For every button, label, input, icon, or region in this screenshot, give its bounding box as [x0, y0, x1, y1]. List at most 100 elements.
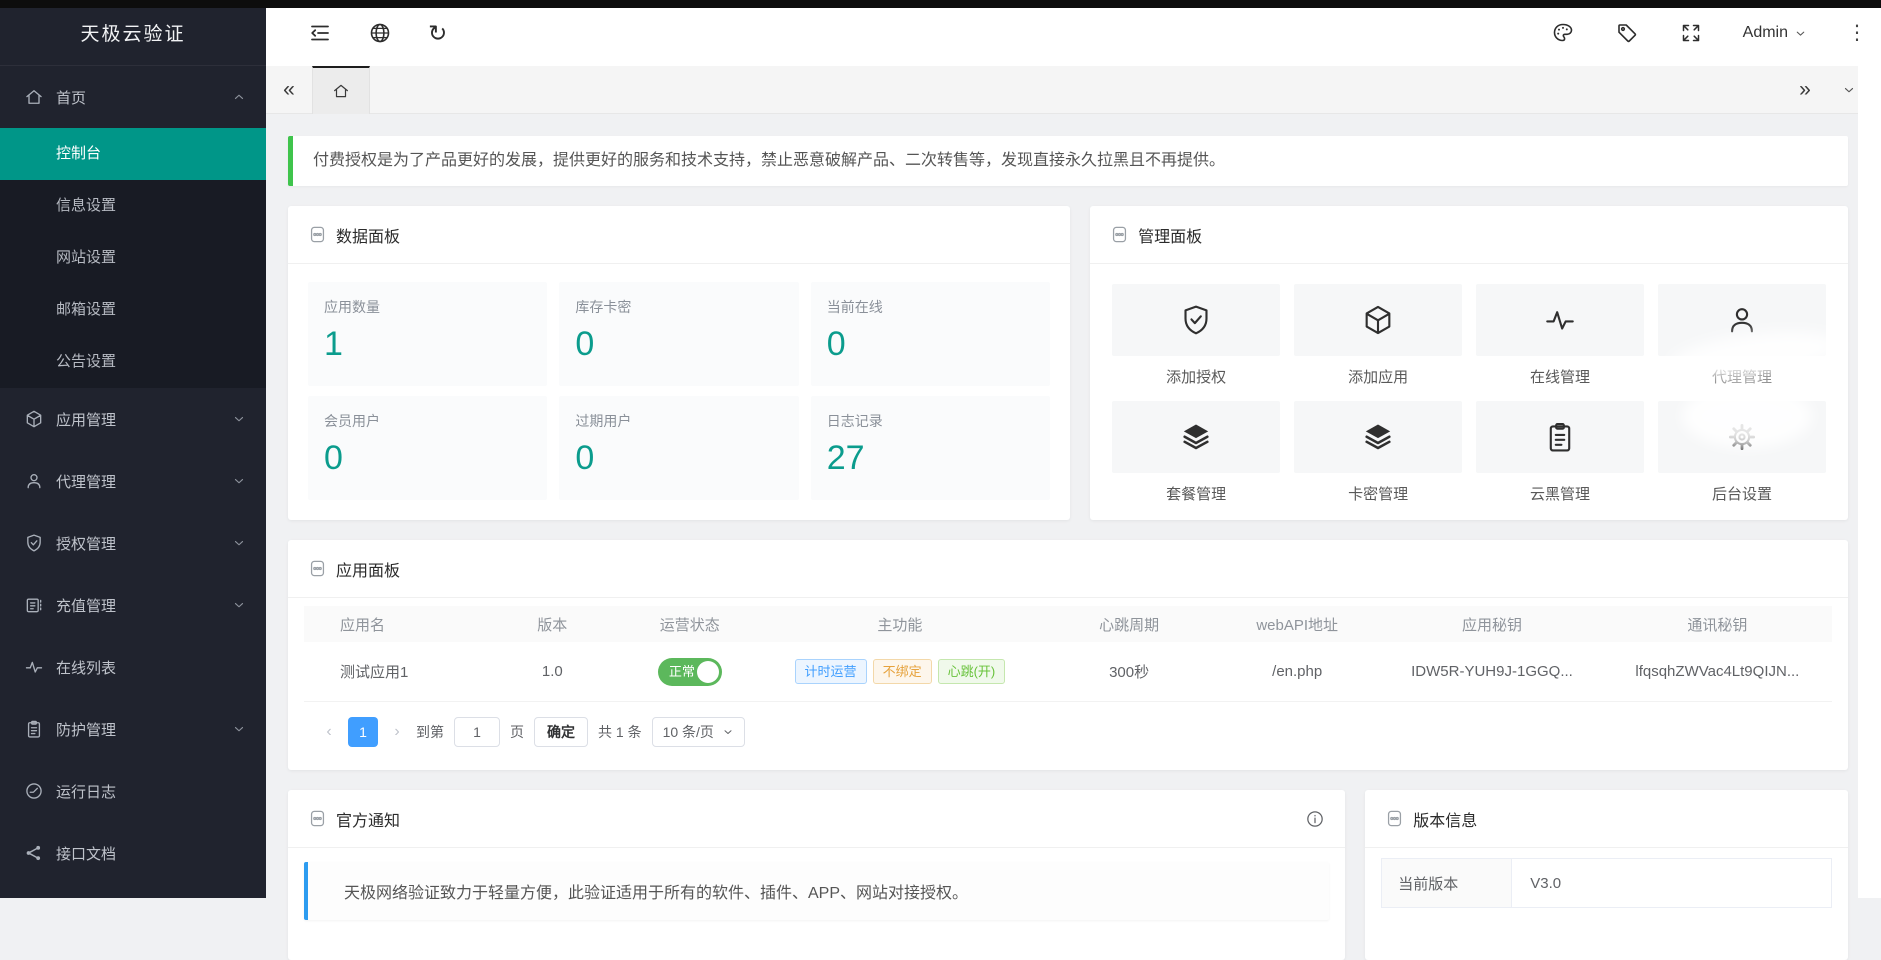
- sidebar-item-label: 在线列表: [56, 657, 116, 678]
- sidebar-item-label: 代理管理: [56, 471, 116, 492]
- sidebar-item-online-list[interactable]: 在线列表: [0, 636, 266, 698]
- app-panel-card: 应用面板 应用名 版本 运营状态 主功能 心跳周期 webAPI地址 应用秘钥 …: [288, 540, 1848, 770]
- sidebar-item-site-settings[interactable]: 网站设置: [0, 232, 266, 284]
- page-size-select[interactable]: 10 条/页: [652, 717, 745, 747]
- panel-title: 版本信息: [1413, 807, 1477, 831]
- tile-add-license[interactable]: 添加授权: [1112, 284, 1280, 399]
- clipboard-icon: [1543, 420, 1577, 454]
- chevron-down-icon: [232, 722, 246, 736]
- sidebar-item-protection-management[interactable]: 防护管理: [0, 698, 266, 760]
- panel-title: 数据面板: [336, 223, 400, 247]
- panel-title: 应用面板: [336, 557, 400, 581]
- fullscreen-icon[interactable]: [1679, 21, 1703, 45]
- panel-icon: [308, 809, 327, 828]
- next-page-button[interactable]: ›: [388, 723, 406, 741]
- tabs-scroll-left-button[interactable]: «: [266, 78, 312, 102]
- tab-options-icon[interactable]: [1842, 83, 1856, 97]
- info-icon[interactable]: [1305, 809, 1325, 829]
- data-panel-title-row: 数据面板: [288, 206, 1070, 264]
- stat-expired-users: 过期用户 0: [559, 396, 798, 500]
- official-notice-card: 官方通知 天极网络验证致力于轻量方便，此验证适用于所有的软件、插件、APP、网站…: [288, 790, 1345, 960]
- tab-home[interactable]: [312, 66, 370, 114]
- tile-add-app[interactable]: 添加应用: [1294, 284, 1462, 399]
- globe-icon[interactable]: [368, 21, 392, 45]
- pagination: ‹ 1 › 到第 页 确定 共 1 条 10 条/页: [304, 702, 1832, 762]
- refresh-icon[interactable]: ↻: [428, 21, 447, 45]
- official-notice-text: 天极网络验证致力于轻量方便，此验证适用于所有的软件、插件、APP、网站对接授权。: [304, 862, 1329, 920]
- tile-key-management[interactable]: 卡密管理: [1294, 401, 1462, 516]
- col-app-name: 应用名: [304, 614, 480, 635]
- app-table: 应用名 版本 运营状态 主功能 心跳周期 webAPI地址 应用秘钥 通讯秘钥 …: [288, 598, 1848, 762]
- chevron-down-icon: [232, 598, 246, 612]
- card-icon: [24, 595, 44, 615]
- tile-backend-settings[interactable]: 后台设置: [1658, 401, 1826, 516]
- table-row: 测试应用1 1.0 正常 计时运营 不绑定 心跳(开) 300秒 /en.php…: [304, 642, 1832, 702]
- gauge-icon: [24, 781, 44, 801]
- data-panel-card: 数据面板 应用数量 1 库存卡密 0 当前在线 0 会员用户 0: [288, 206, 1070, 520]
- version-info-card: 版本信息 当前版本 V3.0: [1365, 790, 1848, 960]
- tag-icon[interactable]: [1615, 21, 1639, 45]
- topbar-right: Admin ⋮: [1551, 21, 1881, 45]
- panel-icon: [308, 559, 327, 578]
- cell-comm-key: lfqsqhZWVac4Lt9QIJN...: [1603, 663, 1832, 680]
- pulse-icon: [1543, 303, 1577, 337]
- home-icon: [24, 87, 44, 107]
- goto-label: 到第: [416, 722, 444, 742]
- page-1-button[interactable]: 1: [348, 717, 378, 747]
- sidebar-item-label: 应用管理: [56, 409, 116, 430]
- sidebar-item-announcement-settings[interactable]: 公告设置: [0, 336, 266, 388]
- user-menu[interactable]: Admin: [1743, 24, 1807, 42]
- prev-page-button[interactable]: ‹: [320, 723, 338, 741]
- manage-panel-card: 管理面板 添加授权 添加应用 在线管理 代理管理: [1090, 206, 1848, 520]
- tabs-scroll-right-button[interactable]: »: [1782, 78, 1828, 102]
- scrollbar-track[interactable]: [1858, 66, 1881, 898]
- sidebar-item-info-settings[interactable]: 信息设置: [0, 180, 266, 232]
- table-header-row: 应用名 版本 运营状态 主功能 心跳周期 webAPI地址 应用秘钥 通讯秘钥: [304, 606, 1832, 642]
- kebab-menu-icon[interactable]: ⋮: [1847, 21, 1867, 45]
- sidebar-item-recharge-management[interactable]: 充值管理: [0, 574, 266, 636]
- col-webapi: webAPI地址: [1213, 614, 1381, 635]
- chevron-down-icon: [1794, 27, 1807, 40]
- panel-icon: [1110, 225, 1129, 244]
- sidebar-item-agent-management[interactable]: 代理管理: [0, 450, 266, 512]
- shield-check-icon: [24, 533, 44, 553]
- sidebar-nav: 首页 控制台 信息设置 网站设置 邮箱设置 公告设置 应用管理 代理管理 授权管…: [0, 66, 266, 884]
- toggle-knob: [697, 661, 719, 683]
- tabbar-right: »: [1782, 78, 1858, 102]
- sidebar-item-label: 接口文档: [56, 843, 116, 864]
- collapse-sidebar-icon[interactable]: [308, 21, 332, 45]
- sidebar-item-label: 防护管理: [56, 719, 116, 740]
- chevron-up-icon: [232, 90, 246, 104]
- stat-stock-keys: 库存卡密 0: [559, 282, 798, 386]
- sidebar-item-mail-settings[interactable]: 邮箱设置: [0, 284, 266, 336]
- page-number-input[interactable]: [454, 717, 500, 747]
- tile-online-management[interactable]: 在线管理: [1476, 284, 1644, 399]
- window-top-edge: [0, 0, 1881, 8]
- stat-online-now: 当前在线 0: [811, 282, 1050, 386]
- tile-package-management[interactable]: 套餐管理: [1112, 401, 1280, 516]
- sidebar-item-api-docs[interactable]: 接口文档: [0, 822, 266, 884]
- sidebar-item-home[interactable]: 首页: [0, 66, 266, 128]
- theme-palette-icon[interactable]: [1551, 21, 1575, 45]
- col-heartbeat: 心跳周期: [1045, 614, 1213, 635]
- sidebar-item-console[interactable]: 控制台: [0, 128, 266, 180]
- main-content: 付费授权是为了产品更好的发展，提供更好的服务和技术支持，禁止恶意破解产品、二次转…: [266, 114, 1858, 898]
- topbar-left: ↻: [266, 21, 447, 45]
- status-toggle[interactable]: 正常: [658, 658, 722, 686]
- col-app-key: 应用秘钥: [1381, 614, 1603, 635]
- home-icon: [332, 82, 350, 100]
- confirm-button[interactable]: 确定: [534, 717, 588, 747]
- sidebar-item-label: 首页: [56, 87, 86, 108]
- tile-cloud-blacklist[interactable]: 云黑管理: [1476, 401, 1644, 516]
- cell-app-name: 测试应用1: [304, 661, 480, 682]
- sidebar-item-run-logs[interactable]: 运行日志: [0, 760, 266, 822]
- tile-agent-management[interactable]: 代理管理: [1658, 284, 1826, 399]
- sidebar-item-label: 充值管理: [56, 595, 116, 616]
- share-icon: [24, 843, 44, 863]
- feature-tag: 不绑定: [873, 659, 932, 684]
- username: Admin: [1743, 24, 1788, 42]
- sidebar-item-license-management[interactable]: 授权管理: [0, 512, 266, 574]
- sidebar-item-app-management[interactable]: 应用管理: [0, 388, 266, 450]
- col-version: 版本: [480, 614, 625, 635]
- total-count-label: 共 1 条: [598, 722, 642, 742]
